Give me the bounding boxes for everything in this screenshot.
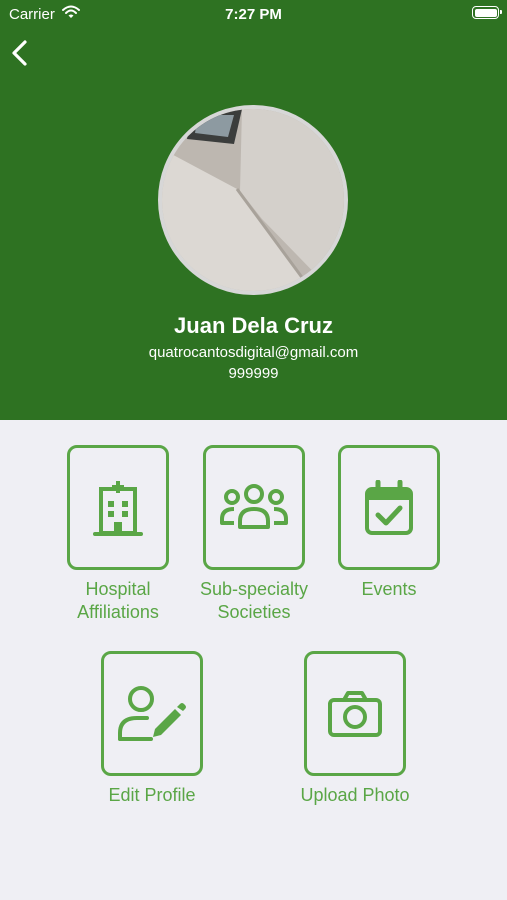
edit-profile-label: Edit Profile bbox=[108, 785, 196, 805]
events-button[interactable]: Events bbox=[309, 445, 469, 601]
profile-photo bbox=[162, 109, 344, 291]
user-edit-icon bbox=[118, 685, 186, 741]
sub-specialty-societies-tile[interactable] bbox=[203, 445, 305, 570]
edit-profile-button[interactable]: Edit Profile bbox=[72, 651, 232, 807]
status-bar: Carrier 7:27 PM bbox=[0, 0, 507, 28]
upload-photo-button[interactable]: Upload Photo bbox=[275, 651, 435, 807]
upload-photo-tile[interactable] bbox=[304, 651, 406, 776]
hospital-icon bbox=[93, 480, 143, 536]
events-tile[interactable] bbox=[338, 445, 440, 570]
edit-profile-tile[interactable] bbox=[101, 651, 203, 776]
profile-phone: 999999 bbox=[228, 365, 279, 382]
calendar-check-icon bbox=[365, 479, 413, 535]
events-label: Events bbox=[361, 579, 417, 599]
profile-email: quatrocantosdigital@gmail.com bbox=[148, 344, 359, 361]
avatar[interactable] bbox=[158, 105, 348, 295]
back-button[interactable] bbox=[8, 38, 32, 68]
camera-icon bbox=[328, 690, 382, 737]
users-group-icon bbox=[220, 483, 288, 529]
profile-name: Juan Dela Cruz bbox=[174, 313, 333, 338]
profile-header: Carrier 7:27 PM Juan Dela Cruz quatrocan… bbox=[0, 0, 507, 420]
battery-icon bbox=[472, 6, 502, 19]
upload-photo-label: Upload Photo bbox=[300, 785, 410, 805]
clock: 7:27 PM bbox=[225, 6, 282, 23]
hospital-affiliations-tile[interactable] bbox=[67, 445, 169, 570]
